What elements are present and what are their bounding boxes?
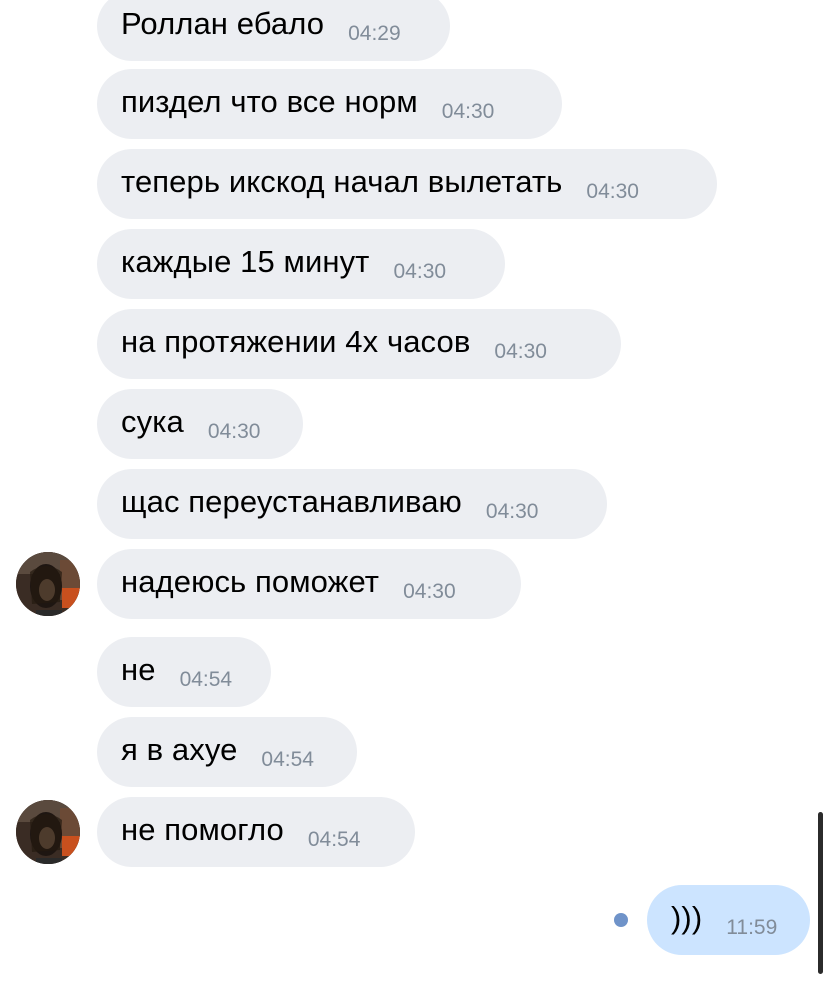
message-bubble[interactable]: Роллан ебало 04:29 xyxy=(97,0,450,61)
message-text: надеюсь поможет xyxy=(121,563,380,599)
message-time: 04:54 xyxy=(307,827,361,851)
message-text: не помогло xyxy=(121,811,284,847)
message-time: 04:29 xyxy=(348,21,401,45)
chat-history[interactable]: Роллан ебало 04:29 пиздел что все норм 0… xyxy=(0,0,828,986)
message-time: 04:30 xyxy=(403,579,456,603)
outgoing-message-bubble[interactable]: ))) 11:59 xyxy=(647,885,810,955)
message-bubble[interactable]: на протяжении 4х часов 04:30 xyxy=(97,309,621,379)
message-text: на протяжении 4х часов xyxy=(121,323,471,359)
message-time: 04:54 xyxy=(179,667,233,691)
message-text: не xyxy=(121,651,156,687)
message-bubble[interactable]: сука 04:30 xyxy=(97,389,303,459)
message-time: 04:30 xyxy=(494,339,547,363)
message-time: 11:59 xyxy=(726,915,778,939)
message-time: 04:30 xyxy=(441,99,495,123)
message-time: 04:54 xyxy=(261,747,314,771)
sender-avatar[interactable] xyxy=(16,800,80,864)
avatar-photo-icon xyxy=(16,800,80,864)
message-bubble[interactable]: каждые 15 минут 04:30 xyxy=(97,229,505,299)
message-time: 04:30 xyxy=(586,179,639,203)
message-text: ))) xyxy=(671,899,703,935)
message-text: каждые 15 минут xyxy=(121,243,370,279)
message-bubble[interactable]: не помогло 04:54 xyxy=(97,797,415,867)
message-bubble[interactable]: пиздел что все норм 04:30 xyxy=(97,69,562,139)
message-bubble[interactable]: щас переустанавливаю 04:30 xyxy=(97,469,607,539)
scrollbar-thumb[interactable] xyxy=(818,812,823,974)
message-time: 04:30 xyxy=(207,419,261,443)
message-text: щас переустанавливаю xyxy=(121,483,462,519)
message-time: 04:30 xyxy=(393,259,447,283)
sender-avatar[interactable] xyxy=(16,552,80,616)
message-bubble[interactable]: теперь икскод начал вылетать 04:30 xyxy=(97,149,717,219)
message-bubble[interactable]: надеюсь поможет 04:30 xyxy=(97,549,521,619)
message-bubble[interactable]: я в ахуе 04:54 xyxy=(97,717,357,787)
message-text: сука xyxy=(121,403,184,439)
avatar-photo-icon xyxy=(16,552,80,616)
message-text: я в ахуе xyxy=(121,731,238,767)
message-text: теперь икскод начал вылетать xyxy=(121,163,563,199)
message-text: Роллан ебало xyxy=(121,5,325,41)
message-bubble[interactable]: не 04:54 xyxy=(97,637,271,707)
message-text: пиздел что все норм xyxy=(121,83,418,119)
message-time: 04:30 xyxy=(485,499,539,523)
unread-indicator-dot xyxy=(614,913,628,927)
